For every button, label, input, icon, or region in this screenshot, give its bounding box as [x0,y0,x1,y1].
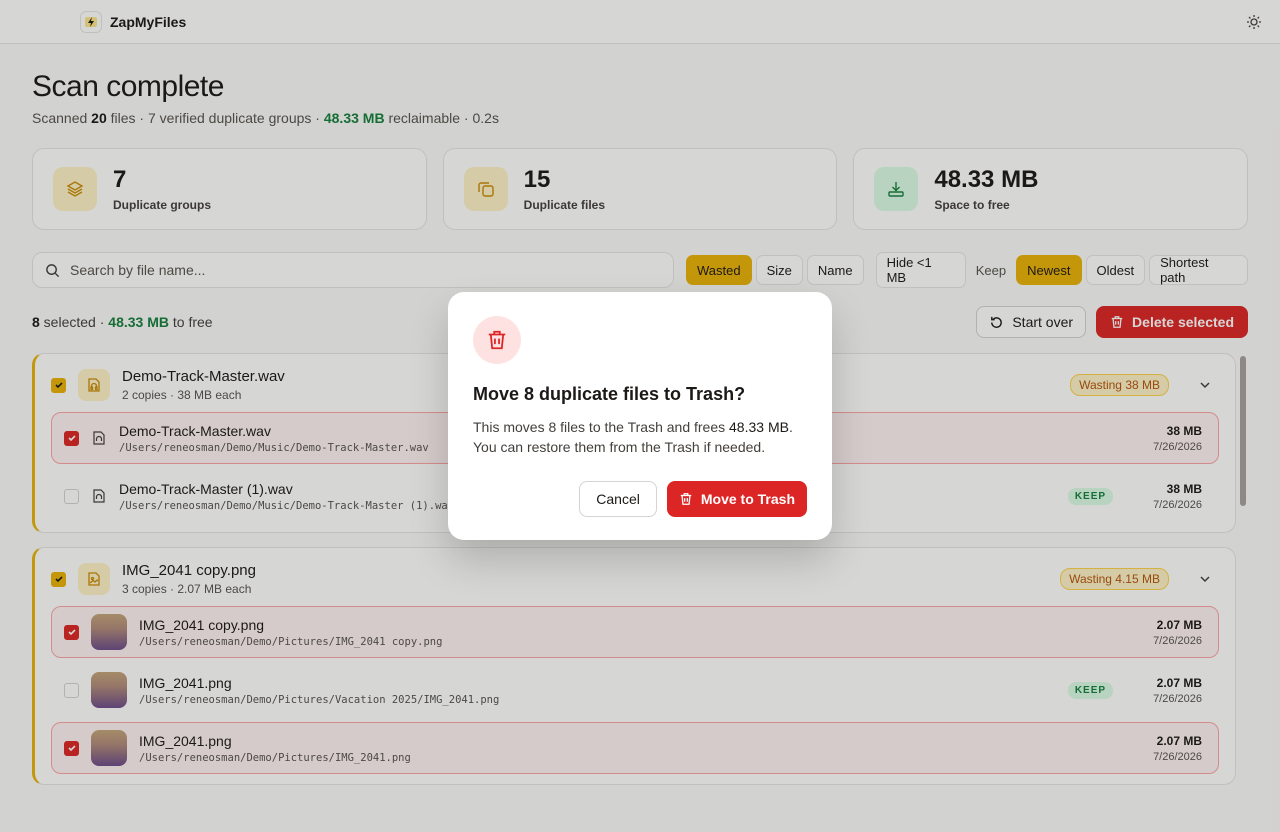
trash-icon [473,316,521,364]
move-to-trash-button[interactable]: Move to Trash [666,481,807,517]
dialog-body: This moves 8 files to the Trash and free… [473,419,793,455]
move-to-trash-label: Move to Trash [700,491,795,507]
trash-icon [680,493,692,505]
cancel-button[interactable]: Cancel [579,481,657,517]
dialog-title: Move 8 duplicate files to Trash? [473,384,746,404]
confirm-trash-dialog: Move 8 duplicate files to Trash? This mo… [448,292,832,540]
